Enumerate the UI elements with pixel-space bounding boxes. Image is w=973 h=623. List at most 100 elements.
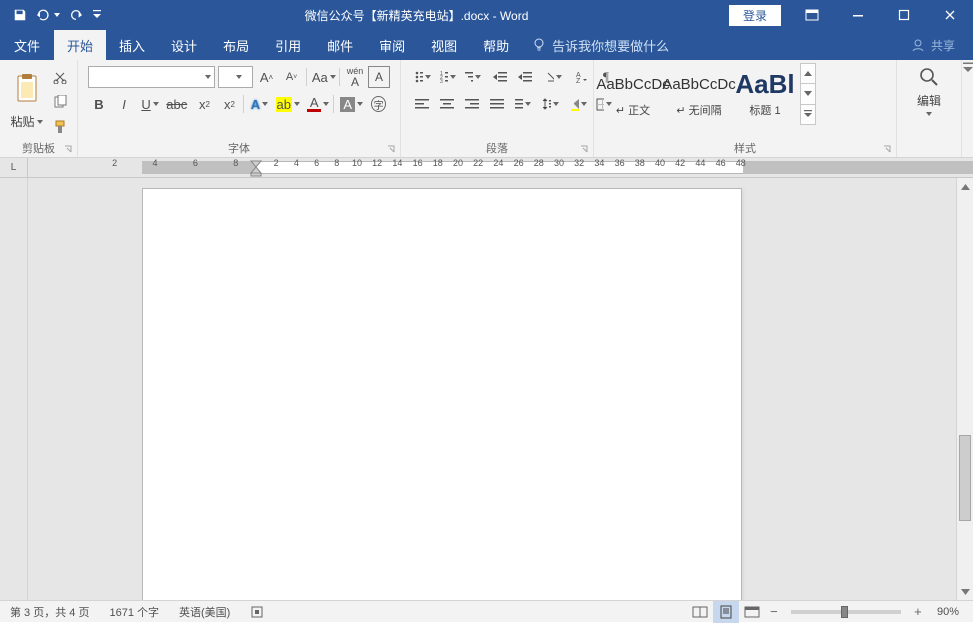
style-heading-1[interactable]: AaBl 标题 1 bbox=[732, 63, 798, 125]
font-name-combo[interactable] bbox=[88, 66, 215, 88]
horizontal-ruler[interactable]: 8642246810121416182022242628303234363840… bbox=[28, 158, 973, 177]
qat-customize-button[interactable] bbox=[90, 0, 104, 30]
gallery-expand[interactable] bbox=[801, 105, 815, 124]
font-size-combo[interactable] bbox=[218, 66, 252, 88]
italic-button[interactable]: I bbox=[113, 93, 135, 115]
strikethrough-button[interactable]: abc bbox=[163, 93, 190, 115]
hanging-indent-marker[interactable] bbox=[250, 166, 262, 177]
editing-dropdown[interactable]: 编辑 bbox=[903, 64, 955, 140]
document-area[interactable] bbox=[28, 178, 956, 600]
underline-button[interactable]: U bbox=[138, 93, 160, 115]
superscript-button[interactable]: x2 bbox=[218, 93, 240, 115]
gallery-scroll-up[interactable] bbox=[801, 64, 815, 84]
tab-file[interactable]: 文件 bbox=[0, 30, 54, 60]
scroll-track[interactable] bbox=[957, 195, 973, 583]
ribbon-display-options-button[interactable] bbox=[789, 0, 835, 30]
decrease-indent-button[interactable] bbox=[489, 66, 511, 88]
text-effects-button[interactable]: A bbox=[247, 93, 269, 115]
tab-references[interactable]: 引用 bbox=[262, 30, 314, 60]
gallery-scroll-down[interactable] bbox=[801, 84, 815, 104]
cut-button[interactable] bbox=[49, 66, 71, 88]
tab-help[interactable]: 帮助 bbox=[470, 30, 522, 60]
print-layout-button[interactable] bbox=[713, 601, 739, 623]
language-indicator[interactable]: 英语(美国) bbox=[169, 601, 240, 622]
phonetic-guide-button[interactable]: wénA bbox=[343, 66, 365, 88]
numbering-button[interactable]: 123 bbox=[436, 66, 458, 88]
change-case-button[interactable]: Aa bbox=[309, 66, 336, 88]
style-normal[interactable]: AaBbCcDc ↵ 正文 bbox=[600, 63, 666, 125]
tab-design[interactable]: 设计 bbox=[158, 30, 210, 60]
bullets-button[interactable] bbox=[411, 66, 433, 88]
tab-review[interactable]: 审阅 bbox=[366, 30, 418, 60]
subscript-button[interactable]: x2 bbox=[193, 93, 215, 115]
tab-insert[interactable]: 插入 bbox=[106, 30, 158, 60]
zoom-slider[interactable] bbox=[791, 610, 901, 614]
vertical-ruler[interactable] bbox=[0, 178, 28, 600]
zoom-in-button[interactable]: + bbox=[909, 601, 927, 623]
redo-button[interactable] bbox=[62, 0, 90, 30]
highlight-button[interactable]: ab bbox=[272, 93, 301, 115]
minimize-button[interactable] bbox=[835, 0, 881, 30]
tab-home[interactable]: 开始 bbox=[54, 30, 106, 60]
enclose-characters-button[interactable]: 字 bbox=[367, 93, 390, 115]
tab-selector[interactable]: L bbox=[0, 158, 28, 177]
character-border-button[interactable]: A bbox=[368, 66, 390, 88]
align-distributed-button[interactable] bbox=[511, 93, 533, 115]
character-shading-button[interactable]: A bbox=[337, 93, 364, 115]
paste-split-button[interactable]: 粘贴 bbox=[10, 113, 42, 130]
text-direction-button[interactable] bbox=[542, 66, 564, 88]
shading-button[interactable] bbox=[567, 93, 589, 115]
share-button[interactable]: 共享 bbox=[911, 30, 973, 60]
format-painter-button[interactable] bbox=[49, 116, 71, 138]
tab-mail[interactable]: 邮件 bbox=[314, 30, 366, 60]
word-count[interactable]: 1671 个字 bbox=[99, 601, 169, 622]
font-color-button[interactable]: A bbox=[304, 93, 330, 115]
scroll-thumb[interactable] bbox=[959, 435, 971, 521]
increase-font-size-button[interactable]: A˄ bbox=[256, 66, 278, 88]
paste-button[interactable] bbox=[8, 64, 46, 112]
macro-recording-button[interactable] bbox=[240, 601, 274, 622]
collapse-ribbon-button[interactable] bbox=[961, 60, 973, 157]
tab-view[interactable]: 视图 bbox=[418, 30, 470, 60]
page[interactable] bbox=[142, 188, 742, 600]
style-no-spacing[interactable]: AaBbCcDc ↵ 无间隔 bbox=[666, 63, 732, 125]
read-mode-button[interactable] bbox=[687, 601, 713, 623]
decrease-font-size-button[interactable]: A˅ bbox=[281, 66, 303, 88]
group-styles: AaBbCcDc ↵ 正文 AaBbCcDc ↵ 无间隔 AaBl 标题 1 样… bbox=[594, 60, 897, 157]
paragraph-launcher[interactable] bbox=[577, 142, 591, 156]
group-label-clipboard: 剪贴板 bbox=[22, 143, 55, 155]
align-left-button[interactable] bbox=[411, 93, 433, 115]
scissors-icon bbox=[53, 70, 67, 84]
align-right-button[interactable] bbox=[461, 93, 483, 115]
svg-text:3: 3 bbox=[440, 79, 443, 83]
bold-button[interactable]: B bbox=[88, 93, 110, 115]
align-justify-button[interactable] bbox=[486, 93, 508, 115]
line-spacing-button[interactable] bbox=[539, 93, 561, 115]
web-layout-button[interactable] bbox=[739, 601, 765, 623]
macro-icon bbox=[250, 605, 264, 619]
styles-launcher[interactable] bbox=[880, 142, 894, 156]
font-launcher[interactable] bbox=[384, 142, 398, 156]
scroll-up-button[interactable] bbox=[957, 178, 973, 195]
login-button[interactable]: 登录 bbox=[729, 5, 781, 26]
zoom-out-button[interactable]: − bbox=[765, 601, 783, 623]
undo-button[interactable] bbox=[34, 0, 62, 30]
page-indicator[interactable]: 第 3 页，共 4 页 bbox=[0, 601, 99, 622]
multilevel-list-button[interactable] bbox=[461, 66, 483, 88]
save-button[interactable] bbox=[6, 0, 34, 30]
close-button[interactable] bbox=[927, 0, 973, 30]
zoom-level[interactable]: 90% bbox=[927, 601, 973, 622]
align-center-button[interactable] bbox=[436, 93, 458, 115]
copy-button[interactable] bbox=[49, 91, 71, 113]
tell-me-search[interactable]: 告诉我你想要做什么 bbox=[522, 30, 679, 60]
bullets-icon bbox=[415, 71, 423, 83]
scroll-down-button[interactable] bbox=[957, 583, 973, 600]
sort-button[interactable]: AZ bbox=[570, 66, 592, 88]
clipboard-launcher[interactable] bbox=[61, 142, 75, 156]
tab-layout[interactable]: 布局 bbox=[210, 30, 262, 60]
zoom-slider-thumb[interactable] bbox=[841, 606, 848, 618]
increase-indent-button[interactable] bbox=[514, 66, 536, 88]
ruler: L 86422468101214161820222426283032343638… bbox=[0, 158, 973, 178]
find-icon bbox=[918, 66, 940, 88]
maximize-button[interactable] bbox=[881, 0, 927, 30]
